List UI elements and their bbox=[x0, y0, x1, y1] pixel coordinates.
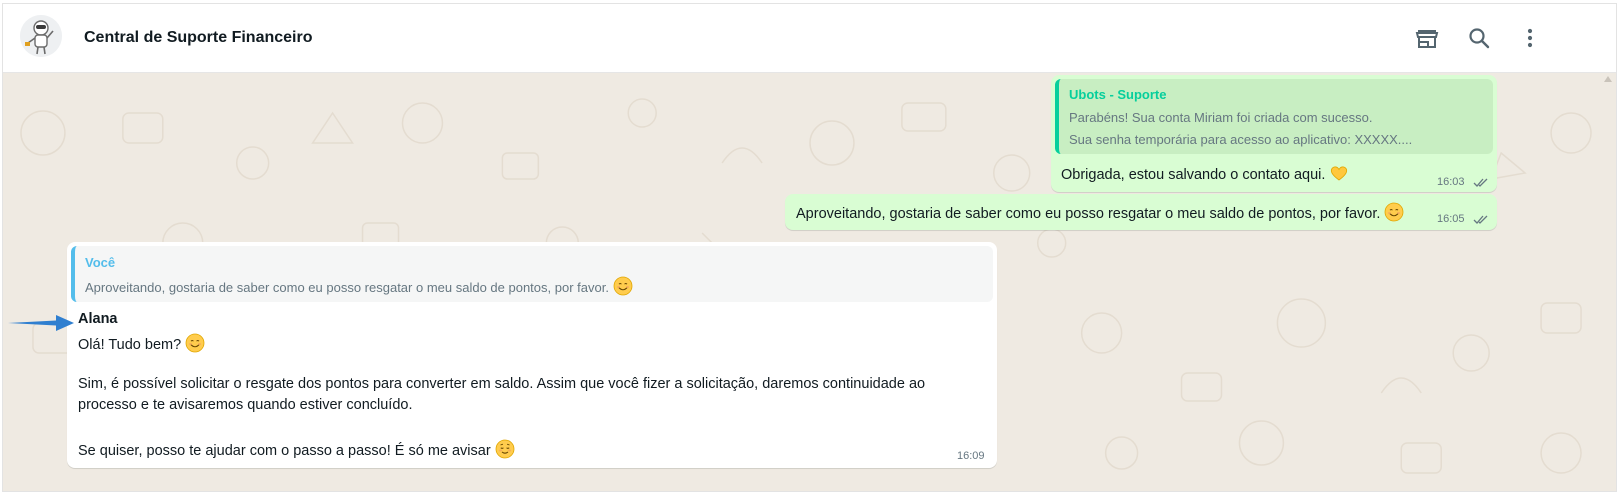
message-text-content: Aproveitando, gostaria de saber como eu … bbox=[796, 206, 1381, 222]
message-time: 16:05 bbox=[1437, 213, 1465, 225]
quote-text-line: Parabéns! Sua conta Miriam foi criada co… bbox=[1069, 110, 1373, 125]
message-text: Se quiser, posso te ajudar com o passo a… bbox=[78, 439, 515, 459]
yellow-heart-emoji bbox=[1329, 163, 1349, 183]
scroll-up-icon[interactable] bbox=[1604, 76, 1612, 82]
message-text-content: Obrigada, estou salvando o contato aqui. bbox=[1061, 167, 1326, 183]
outgoing-message-bubble[interactable]: Ubots - Suporte Parabéns! Sua conta Miri… bbox=[1051, 75, 1497, 192]
smiling-face-emoji bbox=[613, 276, 633, 296]
smiling-face-emoji bbox=[185, 333, 205, 353]
message-text: Olá! Tudo bem? bbox=[78, 333, 205, 353]
double-check-icon bbox=[1473, 215, 1488, 224]
chat-header: Central de Suporte Financeiro bbox=[3, 4, 1616, 73]
message-text: Obrigada, estou salvando o contato aqui. bbox=[1061, 163, 1349, 183]
chat-window: Central de Suporte Financeiro Ubots - Su… bbox=[2, 3, 1617, 492]
message-time: 16:09 bbox=[957, 450, 985, 462]
chat-title[interactable]: Central de Suporte Financeiro bbox=[84, 29, 312, 47]
quote-text-line: Sua senha temporária para acesso ao apli… bbox=[1069, 132, 1413, 147]
quote-author: Ubots - Suporte bbox=[1069, 87, 1167, 102]
outgoing-message-bubble[interactable]: Aproveitando, gostaria de saber como eu … bbox=[785, 194, 1497, 230]
quoted-message[interactable]: Você Aproveitando, gostaria de saber com… bbox=[71, 246, 993, 302]
message-text: Sim, é possível solicitar o resgate dos … bbox=[78, 376, 926, 392]
quote-text-line: Aproveitando, gostaria de saber como eu … bbox=[85, 276, 633, 296]
message-text-content: Olá! Tudo bem? bbox=[78, 337, 182, 353]
relieved-face-emoji bbox=[495, 439, 515, 459]
quote-author: Você bbox=[85, 255, 116, 270]
double-check-icon bbox=[1473, 178, 1488, 187]
more-vertical-icon[interactable] bbox=[1517, 25, 1543, 51]
store-icon[interactable] bbox=[1414, 25, 1440, 51]
quoted-message[interactable]: Ubots - Suporte Parabéns! Sua conta Miri… bbox=[1055, 79, 1493, 154]
message-text-content: Se quiser, posso te ajudar com o passo a… bbox=[78, 443, 491, 459]
message-time: 16:03 bbox=[1437, 176, 1465, 188]
quote-text: Aproveitando, gostaria de saber como eu … bbox=[85, 280, 609, 295]
annotation-arrow-icon bbox=[8, 313, 74, 333]
avatar[interactable] bbox=[20, 15, 62, 57]
incoming-message-bubble[interactable]: Você Aproveitando, gostaria de saber com… bbox=[67, 242, 997, 468]
smiling-face-emoji bbox=[1384, 202, 1404, 222]
sender-name: Alana bbox=[78, 311, 118, 327]
search-icon[interactable] bbox=[1466, 25, 1492, 51]
message-text: Aproveitando, gostaria de saber como eu … bbox=[796, 202, 1404, 222]
message-text: processo e te avisaremos quando estiver … bbox=[78, 397, 413, 413]
robot-avatar-icon bbox=[20, 15, 62, 57]
